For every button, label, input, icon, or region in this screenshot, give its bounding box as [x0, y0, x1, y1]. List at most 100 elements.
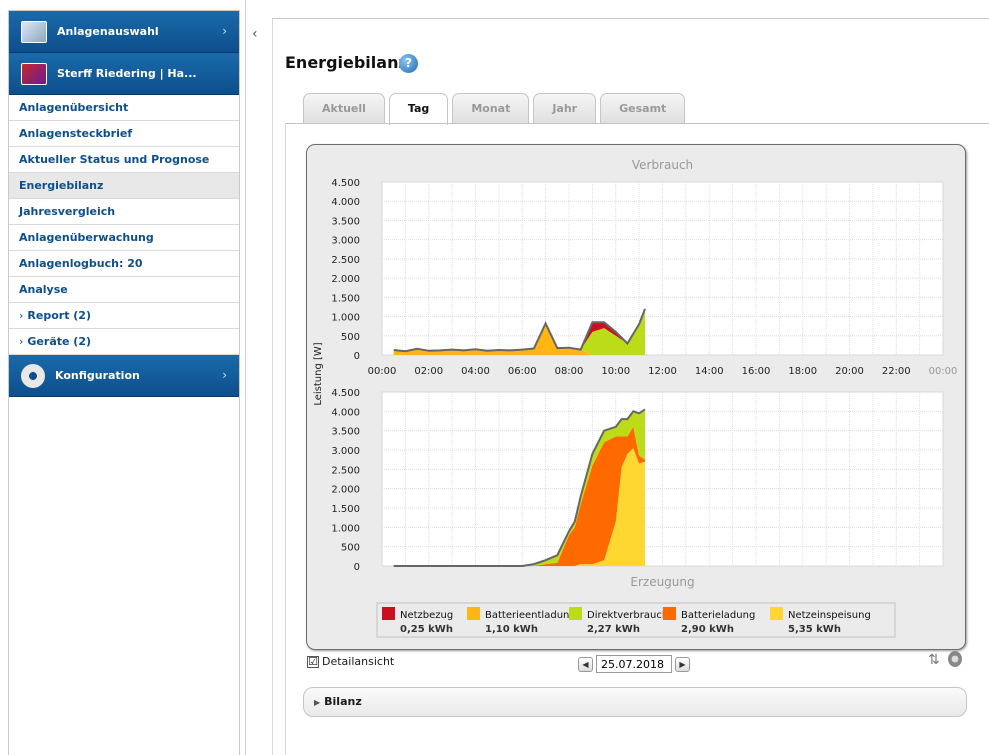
date-navigation: ◀ ▶ — [578, 655, 690, 673]
x-tick-label: 12:00 — [648, 366, 677, 377]
y-tick-label: 1.000 — [331, 313, 360, 324]
x-tick-label: 06:00 — [508, 366, 537, 377]
legend-value: 1,10 kWh — [485, 624, 538, 635]
x-tick-label: 18:00 — [788, 366, 817, 377]
y-tick-label: 0 — [354, 351, 360, 362]
tab-aktuell[interactable]: Aktuell — [303, 93, 385, 123]
detailansicht-label: Detailansicht — [322, 655, 395, 668]
chart-container: 4.500 4.000 3.500 3.000 2.500 2.000 1.500 1.000… — [306, 144, 966, 650]
chevron-right-icon: › — [19, 309, 24, 322]
plant-header[interactable]: Sterff Riedering | Ha... — [9, 53, 239, 95]
y-tick-label: 500 — [341, 332, 360, 343]
x-tick-label: 02:00 — [414, 366, 443, 377]
x-tick-label: 04:00 — [461, 366, 490, 377]
legend-swatch — [569, 607, 582, 620]
legend-swatch — [467, 607, 480, 620]
legend-swatch — [770, 607, 783, 620]
chevron-right-icon: › — [19, 335, 24, 348]
tab-jahr[interactable]: Jahr — [533, 93, 597, 123]
tab-bar: Aktuell Tag Monat Jahr Gesamt — [303, 93, 689, 125]
previous-day-button[interactable]: ◀ — [578, 656, 593, 672]
sidebar-item-anlagenueberwachung[interactable]: Anlagenüberwachung — [9, 225, 239, 251]
legend-label: Batterieentladung — [485, 610, 576, 621]
gear-icon — [21, 363, 45, 388]
legend-label: Netzbezug — [400, 610, 453, 621]
y-tick-label: 500 — [341, 543, 360, 554]
main-content: Energiebilanz ? Aktuell Tag Monat Jahr G… — [272, 18, 989, 755]
y-tick-label: 3.000 — [331, 446, 360, 457]
bilanz-label: Bilanz — [324, 695, 362, 708]
sidebar-item-status-prognose[interactable]: Aktueller Status und Prognose — [9, 147, 239, 173]
checkbox-icon[interactable]: ☑ — [307, 655, 319, 668]
tab-tag[interactable]: Tag — [388, 93, 449, 125]
plant-icon — [21, 62, 47, 85]
y-tick-label: 1.500 — [331, 293, 360, 304]
x-tick-label: 00:00 — [929, 366, 958, 377]
chevron-right-icon: › — [222, 368, 227, 382]
y-tick-label: 4.000 — [331, 197, 360, 208]
y-tick-label: 0 — [354, 562, 360, 573]
konfiguration-label: Konfiguration — [55, 369, 140, 382]
y-tick-label: 1.000 — [331, 523, 360, 534]
y-tick-label: 1.500 — [331, 504, 360, 515]
collapse-sidebar-button[interactable]: ‹ — [252, 26, 258, 42]
sidebar-item-jahresvergleich[interactable]: Jahresvergleich — [9, 199, 239, 225]
y-tick-label: 3.500 — [331, 427, 360, 438]
help-icon[interactable]: ? — [399, 54, 418, 73]
report-label: Report (2) — [27, 309, 91, 322]
legend-label: Netzeinspeisung — [788, 610, 871, 621]
x-tick-label: 08:00 — [555, 366, 584, 377]
x-tick-label: 20:00 — [835, 366, 864, 377]
y-tick-label: 2.500 — [331, 255, 360, 266]
legend-value: 0,25 kWh — [400, 624, 453, 635]
next-day-button[interactable]: ▶ — [675, 656, 690, 672]
legend-label: Batterieladung — [681, 610, 755, 621]
legend-value: 2,27 kWh — [587, 624, 640, 635]
tab-monat[interactable]: Monat — [452, 93, 530, 123]
date-input[interactable] — [596, 655, 672, 673]
divider — [245, 0, 246, 755]
geraete-label: Geräte (2) — [27, 335, 91, 348]
y-tick-label: 2.000 — [331, 274, 360, 285]
chart-title: Verbrauch — [632, 158, 693, 172]
bilanz-accordion[interactable]: ▶ Bilanz — [303, 687, 967, 717]
legend-value: 5,35 kWh — [788, 624, 841, 635]
anlagenauswahl-button[interactable]: Anlagenauswahl › — [9, 11, 239, 53]
sidebar-item-geraete[interactable]: › Geräte (2) — [9, 329, 239, 355]
sidebar-item-energiebilanz[interactable]: Energiebilanz — [9, 173, 239, 199]
sidebar-item-anlagenuebersicht[interactable]: Anlagenübersicht — [9, 95, 239, 121]
y-axis-label: Leistung [W] — [313, 342, 324, 405]
y-tick-label: 4.500 — [331, 178, 360, 189]
y-tick-label: 2.500 — [331, 465, 360, 476]
chart-title: Erzeugung — [630, 575, 694, 589]
x-tick-label: 16:00 — [742, 366, 771, 377]
x-tick-label: 14:00 — [695, 366, 724, 377]
legend-value: 2,90 kWh — [681, 624, 734, 635]
y-tick-label: 4.500 — [331, 388, 360, 399]
chevron-right-icon: › — [222, 24, 227, 38]
building-icon — [21, 20, 47, 43]
sidebar-item-report[interactable]: › Report (2) — [9, 303, 239, 329]
plant-label: Sterff Riedering | Ha... — [57, 67, 197, 80]
sidebar: Anlagenauswahl › Sterff Riedering | Ha..… — [8, 10, 240, 755]
x-tick-label: 22:00 — [882, 366, 911, 377]
sidebar-item-anlagenlogbuch[interactable]: Anlagenlogbuch: 20 — [9, 251, 239, 277]
legend-swatch — [382, 607, 395, 620]
sort-icon[interactable]: ⇅ — [928, 652, 940, 668]
anlagenauswahl-label: Anlagenauswahl — [57, 25, 159, 38]
x-tick-label: 10:00 — [601, 366, 630, 377]
legend-swatch — [663, 607, 676, 620]
konfiguration-button[interactable]: Konfiguration › — [9, 355, 239, 397]
detailansicht-checkbox[interactable]: ☑ Detailansicht — [307, 655, 394, 668]
y-tick-label: 3.500 — [331, 216, 360, 227]
y-tick-label: 2.000 — [331, 485, 360, 496]
page-title: Energiebilanz — [285, 53, 408, 72]
sidebar-item-anlagensteckbrief[interactable]: Anlagensteckbrief — [9, 121, 239, 147]
y-tick-label: 3.000 — [331, 236, 360, 247]
export-icon[interactable] — [948, 651, 962, 667]
triangle-right-icon: ▶ — [314, 698, 321, 707]
sidebar-item-analyse[interactable]: Analyse — [9, 277, 239, 303]
legend-label: Direktverbrauch — [587, 610, 668, 621]
x-tick-label: 00:00 — [368, 366, 397, 377]
tab-gesamt[interactable]: Gesamt — [600, 93, 686, 123]
